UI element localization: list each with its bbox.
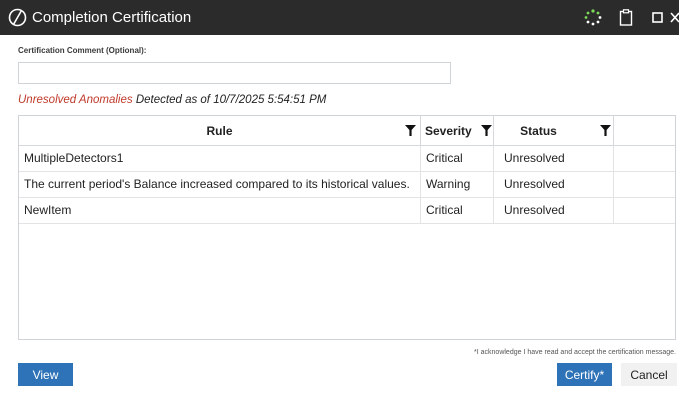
- filter-icon[interactable]: [481, 125, 492, 136]
- cell-severity: Critical: [421, 146, 494, 171]
- detected-timestamp: Detected as of 10/7/2025 5:54:51 PM: [135, 94, 327, 106]
- cell-severity: Warning: [421, 172, 494, 197]
- unresolved-anomalies-label: Unresolved Anomalies: [18, 94, 133, 106]
- comment-label: Certification Comment (Optional):: [18, 46, 147, 55]
- close-icon[interactable]: [670, 9, 679, 26]
- column-header-label: Severity: [425, 124, 472, 138]
- certify-button[interactable]: Certify*: [557, 363, 612, 386]
- column-header-label: Status: [520, 124, 557, 138]
- column-header-blank: [614, 116, 675, 146]
- column-header-label: Rule: [206, 124, 233, 138]
- table-row[interactable]: MultipleDetectors1 Critical Unresolved: [19, 146, 675, 172]
- maximize-icon[interactable]: [651, 9, 665, 26]
- cancel-button[interactable]: Cancel: [621, 363, 677, 386]
- table-row[interactable]: The current period's Balance increased c…: [19, 172, 675, 198]
- acknowledgement-text: *I acknowledge I have read and accept th…: [474, 349, 676, 356]
- view-button[interactable]: View: [18, 363, 73, 386]
- column-header-severity[interactable]: Severity: [421, 116, 494, 146]
- anomalies-table: Rule Severity Status MultipleDetectors1 …: [18, 115, 676, 340]
- cell-rule: The current period's Balance increased c…: [19, 172, 421, 197]
- cell-status: Unresolved: [494, 146, 614, 171]
- app-logo-icon: [8, 8, 27, 27]
- cell-status: Unresolved: [494, 172, 614, 197]
- certification-comment-input[interactable]: [18, 62, 451, 84]
- clipboard-icon[interactable]: [619, 9, 633, 26]
- loading-spinner-icon: [584, 9, 602, 26]
- window-title: Completion Certification: [32, 9, 192, 26]
- cell-severity: Critical: [421, 198, 494, 223]
- column-header-rule[interactable]: Rule: [19, 116, 421, 146]
- column-header-status[interactable]: Status: [494, 116, 614, 146]
- anomaly-status-line: Unresolved Anomalies Detected as of 10/7…: [18, 94, 326, 106]
- cell-rule: MultipleDetectors1: [19, 146, 421, 171]
- cell-status: Unresolved: [494, 198, 614, 223]
- filter-icon[interactable]: [600, 125, 611, 136]
- cell-rule: NewItem: [19, 198, 421, 223]
- filter-icon[interactable]: [405, 125, 416, 136]
- table-row[interactable]: NewItem Critical Unresolved: [19, 198, 675, 224]
- title-bar: Completion Certification: [0, 0, 679, 35]
